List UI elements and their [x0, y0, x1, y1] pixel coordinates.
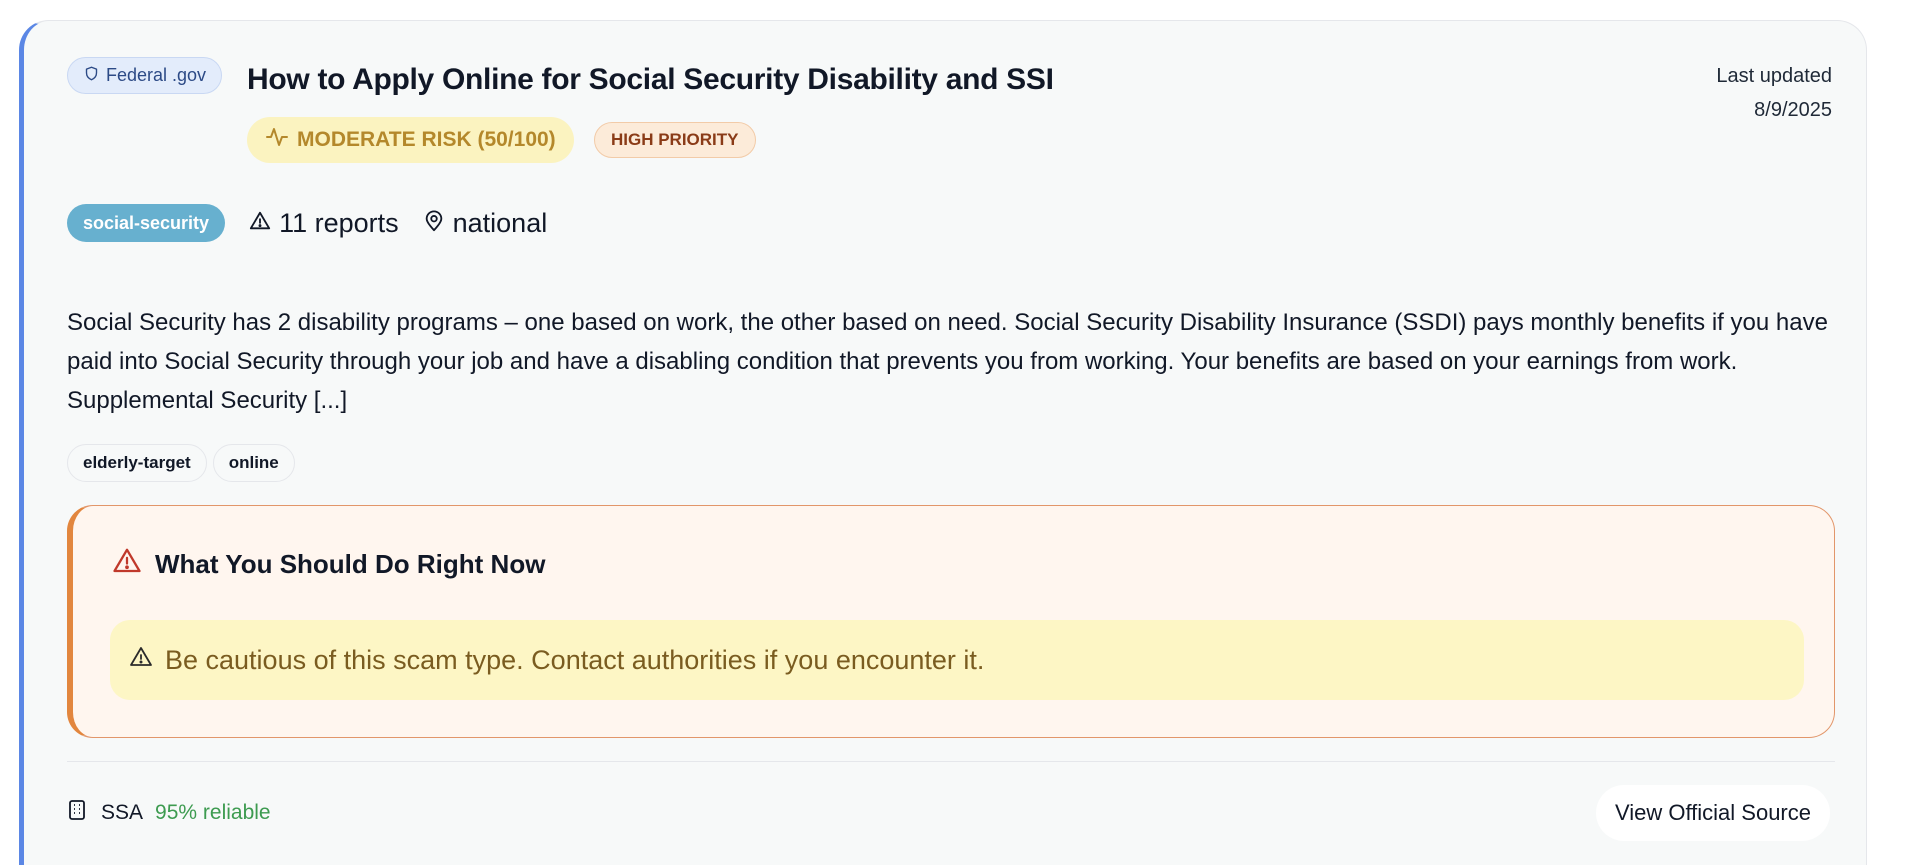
source-name: SSA — [101, 801, 144, 824]
building-icon — [67, 799, 87, 827]
map-pin-icon — [423, 208, 445, 239]
priority-badge: HIGH PRIORITY — [594, 122, 756, 158]
tag-item[interactable]: online — [212, 444, 295, 482]
shield-icon — [84, 65, 99, 86]
location-label: national — [452, 207, 548, 238]
federal-gov-badge: Federal .gov — [67, 57, 223, 94]
last-updated: Last updated 8/9/2025 — [1716, 59, 1832, 127]
divider — [67, 761, 1835, 762]
gov-badge-label: Federal .gov — [106, 65, 207, 85]
meta-row: social-security 11 reports national — [67, 204, 547, 242]
tag-list: elderly-target online — [67, 444, 295, 482]
location: national — [423, 207, 548, 239]
tag-item[interactable]: elderly-target — [67, 444, 207, 482]
reports-label: 11 reports — [279, 207, 399, 238]
action-panel: What You Should Do Right Now Be cautious… — [67, 505, 1835, 738]
alert-card: Federal .gov How to Apply Online for Soc… — [19, 20, 1867, 865]
last-updated-date: 8/9/2025 — [1754, 99, 1832, 121]
reports-count: 11 reports — [249, 208, 399, 239]
warning-triangle-icon — [249, 208, 271, 239]
alert-triangle-icon — [112, 546, 142, 583]
category-tag[interactable]: social-security — [67, 204, 226, 242]
last-updated-label: Last updated — [1716, 65, 1832, 87]
risk-badge: MODERATE RISK (50/100) — [247, 117, 574, 163]
risk-badge-label: MODERATE RISK (50/100) — [297, 128, 556, 151]
reliability-score: 95% reliable — [155, 801, 271, 824]
alert-title: How to Apply Online for Social Security … — [247, 63, 1054, 96]
action-header: What You Should Do Right Now — [112, 546, 545, 583]
action-heading: What You Should Do Right Now — [155, 549, 546, 579]
view-official-source-button[interactable]: View Official Source — [1595, 785, 1830, 841]
alert-description: Social Security has 2 disability program… — [67, 309, 1828, 414]
advice-text: Be cautious of this scam type. Contact a… — [165, 644, 985, 675]
advice-callout: Be cautious of this scam type. Contact a… — [110, 620, 1804, 700]
source-info: SSA 95% reliable — [67, 799, 271, 827]
activity-icon — [265, 125, 289, 155]
warning-icon — [129, 645, 153, 676]
